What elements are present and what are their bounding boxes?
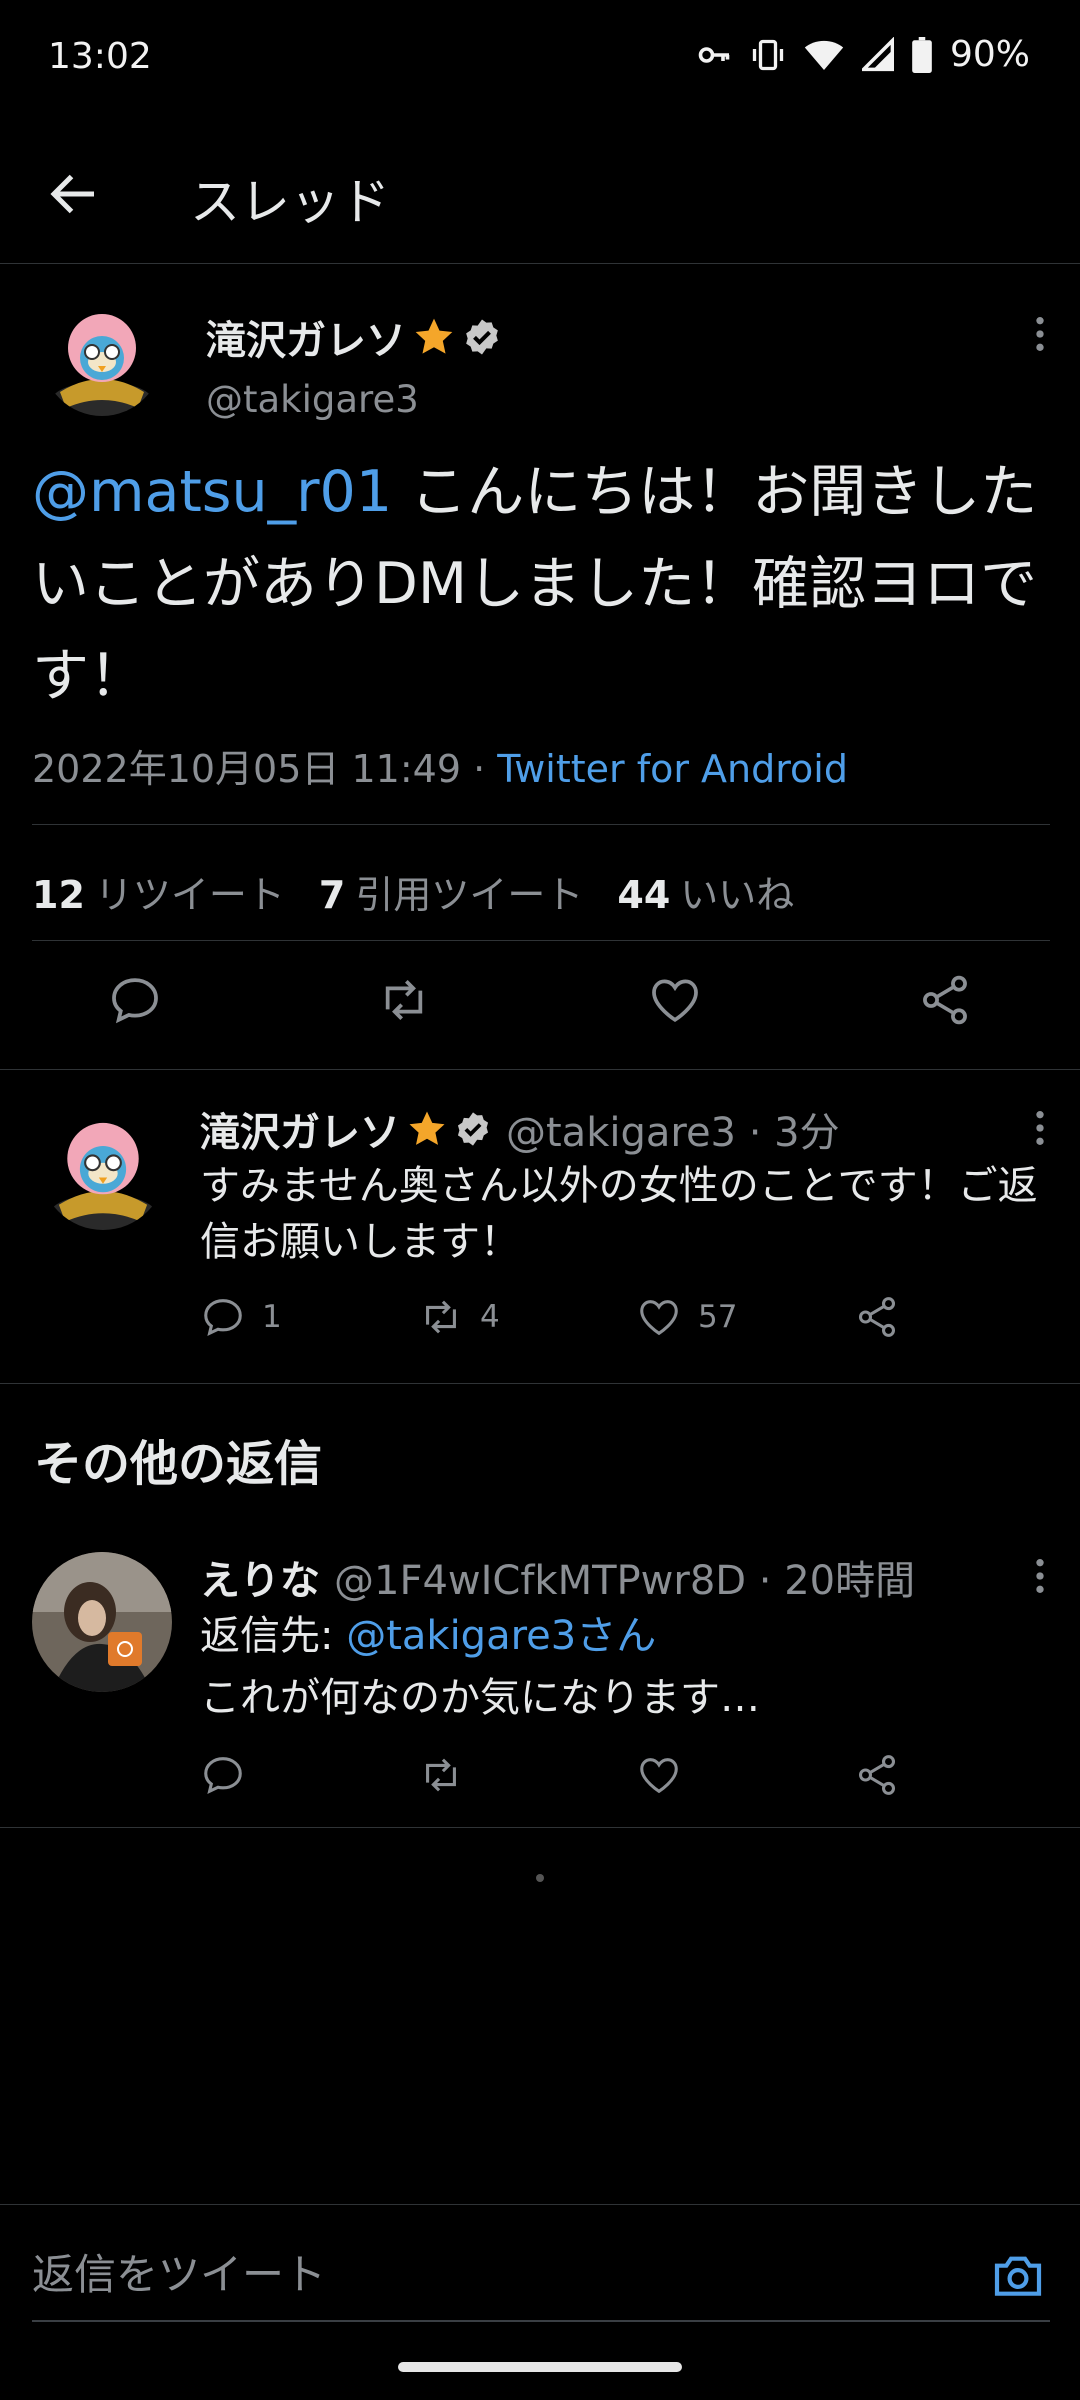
verified-badge-icon xyxy=(466,319,498,355)
author-name-row[interactable]: 滝沢ガレソ xyxy=(206,308,502,366)
star-icon xyxy=(415,318,453,354)
author-name: 滝沢ガレソ xyxy=(206,318,406,364)
reply-handle-time: @takigare3 · 3分 xyxy=(506,1110,840,1156)
share-button[interactable] xyxy=(854,1294,900,1340)
star-icon xyxy=(409,1111,445,1145)
retweets-stat[interactable]: 12 リツイート xyxy=(32,864,285,919)
reply-author-row: えりな @1F4wICfkMTPwr8D · 20時間 xyxy=(200,1548,915,1606)
status-icons: 90% xyxy=(696,34,1030,75)
reply-author-row: 滝沢ガレソ @takigare3 · 3分 xyxy=(200,1100,840,1158)
vibrate-icon xyxy=(752,39,784,70)
reply-handle-time: @1F4wICfkMTPwr8D · 20時間 xyxy=(334,1558,916,1604)
signal-icon xyxy=(861,36,894,71)
battery-icon xyxy=(912,36,932,73)
reply-composer[interactable]: 返信をツイート xyxy=(0,2204,1080,2322)
avatar[interactable] xyxy=(32,1552,172,1692)
wifi-icon xyxy=(804,40,844,70)
input-underline xyxy=(32,2320,1050,2322)
meta-separator: · xyxy=(461,747,498,791)
more-options-icon[interactable] xyxy=(1020,314,1060,354)
like-icon xyxy=(640,1758,678,1794)
more-options-icon[interactable] xyxy=(1020,1556,1060,1596)
avatar[interactable] xyxy=(40,1104,166,1230)
retweet-icon xyxy=(426,1758,456,1792)
share-button[interactable] xyxy=(854,1752,900,1798)
reply-button[interactable]: 1 xyxy=(200,1294,282,1340)
reply-icon xyxy=(204,1299,242,1337)
key-icon xyxy=(698,46,730,63)
tweet-stats: 12 リツイート 7 引用ツイート 44 いいね xyxy=(32,864,794,919)
divider xyxy=(32,940,1050,941)
reply-button[interactable] xyxy=(200,1752,246,1798)
reply-author-name: えりな xyxy=(200,1558,320,1604)
page-title: スレッド xyxy=(190,173,390,231)
share-icon[interactable] xyxy=(917,972,973,1028)
likes-stat[interactable]: 44 いいね xyxy=(617,864,794,919)
reply-to-line: 返信先: @takigare3さん xyxy=(200,1608,1050,1664)
avatar[interactable] xyxy=(42,296,162,416)
reply-actions: 1 4 57 xyxy=(200,1294,900,1344)
status-time: 13:02 xyxy=(48,36,152,77)
home-indicator[interactable] xyxy=(398,2362,682,2372)
camera-icon[interactable] xyxy=(990,2247,1046,2303)
author-handle: @takigare3 xyxy=(206,378,419,421)
retweet-icon xyxy=(426,1300,456,1334)
retweet-icon[interactable] xyxy=(376,972,432,1028)
retweet-button[interactable]: 4 xyxy=(418,1294,500,1340)
back-arrow-icon[interactable] xyxy=(44,164,104,224)
like-count: 57 xyxy=(698,1299,738,1335)
tweet-date: 2022年10月05日 11:49 xyxy=(32,747,462,791)
reply-to-prefix: 返信先: xyxy=(200,1613,347,1659)
reply-tweet[interactable]: 滝沢ガレソ @takigare3 · 3分 すみません奥さん以外の女性のことです… xyxy=(0,1070,1080,1384)
other-replies-heading: その他の返信 xyxy=(34,1436,323,1492)
like-button[interactable] xyxy=(636,1752,682,1798)
reply-text: これが何なのか気になります… xyxy=(200,1675,760,1721)
reply-tweet[interactable]: えりな @1F4wICfkMTPwr8D · 20時間 返信先: @takiga… xyxy=(0,1520,1080,1828)
battery-percent: 90% xyxy=(949,34,1030,75)
tweet-actions xyxy=(0,960,1080,1040)
status-bar: 13:02 90% xyxy=(0,0,1080,120)
like-icon xyxy=(640,1300,678,1336)
reply-actions xyxy=(200,1752,900,1802)
tweet-source-link[interactable]: Twitter for Android xyxy=(497,747,848,791)
share-icon xyxy=(858,1755,896,1795)
quotes-stat[interactable]: 7 引用ツイート xyxy=(319,864,583,919)
tweet-meta: 2022年10月05日 11:49 · Twitter for Android xyxy=(32,738,848,793)
share-icon xyxy=(858,1297,896,1337)
reply-icon xyxy=(204,1757,242,1795)
like-icon[interactable] xyxy=(647,972,703,1028)
main-tweet: 滝沢ガレソ @takigare3 @matsu_r01 こんにちは！お聞きしたい… xyxy=(0,264,1080,1070)
top-app-bar: スレッド xyxy=(0,140,1080,264)
retweet-count: 4 xyxy=(480,1299,500,1335)
reply-text: すみません奥さん以外の女性のことです！ご返信お願いします！ xyxy=(200,1163,1038,1265)
reply-to-link[interactable]: @takigare3さん xyxy=(346,1613,656,1659)
retweet-button[interactable] xyxy=(418,1752,464,1798)
verified-badge-icon xyxy=(457,1112,489,1146)
reply-input[interactable]: 返信をツイート xyxy=(32,2241,326,2302)
more-options-icon[interactable] xyxy=(1020,1108,1060,1148)
reply-count: 1 xyxy=(262,1299,282,1335)
tweet-text: @matsu_r01 こんにちは！お聞きしたいことがありDMしました！確認ヨロで… xyxy=(32,446,1052,722)
reply-icon[interactable] xyxy=(107,972,163,1028)
divider xyxy=(32,824,1050,825)
mention-link[interactable]: @matsu_r01 xyxy=(32,459,392,525)
like-button[interactable]: 57 xyxy=(636,1294,737,1340)
reply-author-name: 滝沢ガレソ xyxy=(200,1110,400,1156)
loading-indicator xyxy=(536,1874,544,1882)
